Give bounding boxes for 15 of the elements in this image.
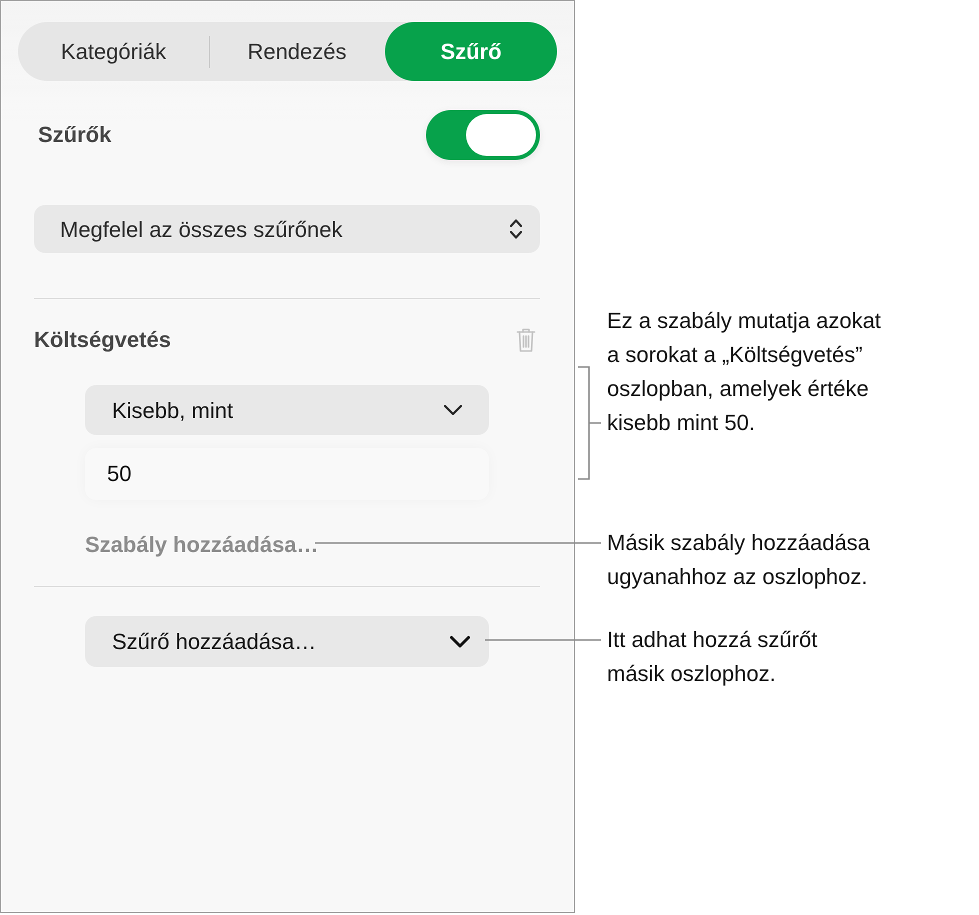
condition-dropdown[interactable]: Kisebb, mint [85, 385, 489, 435]
segment-tab[interactable]: Kategóriák [18, 22, 209, 81]
callout-text: Másik szabály hozzáadása ugyanahhoz az oszlophoz. [607, 529, 870, 591]
section-label: Szűrők [38, 121, 112, 149]
chevron-down-icon [449, 634, 471, 648]
toggle-switch[interactable] [426, 110, 540, 160]
updown-chevron-icon [509, 218, 523, 240]
column-heading: Költségvetés [34, 326, 171, 354]
trash-icon[interactable] [516, 327, 536, 353]
callout-text: Ez a szabály mutatja azokat a sorokat a „Költségvetés” oszlopban, amelyek értéke kisebb mint 50. [607, 307, 881, 437]
match-select[interactable]: Megfelel az összes szűrőnek [34, 205, 540, 253]
chevron-down-icon [443, 404, 463, 416]
callout-text: Itt adhat hozzá szűrőt másik oszlophoz. [607, 626, 818, 688]
add-filter-dropdown[interactable]: Szűrő hozzáadása… [85, 616, 489, 667]
segment-tab[interactable]: Rendezés [210, 22, 384, 81]
